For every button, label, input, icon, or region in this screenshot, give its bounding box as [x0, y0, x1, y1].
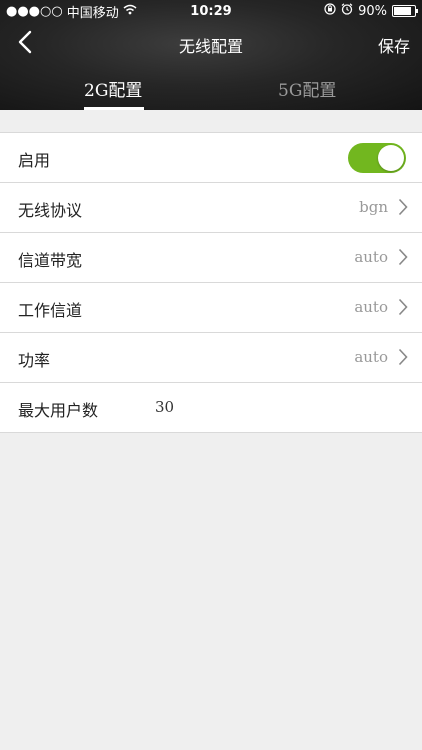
- chevron-right-icon: [398, 248, 408, 270]
- back-button[interactable]: [10, 28, 40, 60]
- signal-strength: ●●●○○: [6, 3, 63, 19]
- setting-value: bgn: [359, 198, 388, 216]
- page-title: 无线配置: [178, 37, 243, 56]
- setting-row-max-users[interactable]: 最大用户数 30: [0, 383, 422, 433]
- save-button[interactable]: 保存: [378, 33, 410, 57]
- tab-2g-config[interactable]: 2G配置: [84, 76, 142, 101]
- setting-label: 工作信道: [18, 301, 83, 320]
- chevron-left-icon: [18, 30, 32, 58]
- header: ●●●○○ 中国移动 10:29 90% 无线配置 保存 2G配置 5G配置: [0, 0, 422, 110]
- setting-label: 启用: [18, 151, 51, 170]
- setting-row-enable: 启用: [0, 133, 422, 183]
- wifi-icon: [123, 4, 137, 19]
- setting-label: 信道带宽: [18, 251, 83, 270]
- setting-value: auto: [354, 348, 388, 366]
- status-bar: ●●●○○ 中国移动 10:29 90%: [0, 0, 422, 22]
- setting-row-channel[interactable]: 工作信道 auto: [0, 283, 422, 333]
- setting-label: 功率: [18, 351, 51, 370]
- setting-value: auto: [354, 248, 388, 266]
- tab-5g-config[interactable]: 5G配置: [278, 76, 336, 101]
- active-tab-indicator: [84, 107, 144, 110]
- enable-toggle[interactable]: [348, 143, 406, 173]
- setting-row-bandwidth[interactable]: 信道带宽 auto: [0, 233, 422, 283]
- setting-value: auto: [354, 298, 388, 316]
- battery-percent: 90%: [358, 3, 387, 19]
- setting-row-protocol[interactable]: 无线协议 bgn: [0, 183, 422, 233]
- battery-icon: [392, 5, 418, 17]
- settings-list: 启用 无线协议 bgn 信道带宽 auto 工作信道 auto 功率 auto …: [0, 132, 422, 433]
- navigation-bar: 无线配置 保存: [0, 22, 422, 66]
- setting-label: 无线协议: [18, 201, 83, 220]
- setting-label: 最大用户数: [18, 401, 99, 420]
- band-tabs: 2G配置 5G配置: [0, 70, 422, 110]
- chevron-right-icon: [398, 298, 408, 320]
- alarm-icon: [341, 3, 353, 19]
- max-users-input[interactable]: 30: [155, 398, 174, 416]
- toggle-knob: [378, 145, 404, 171]
- orientation-lock-icon: [324, 3, 336, 19]
- chevron-right-icon: [398, 198, 408, 220]
- chevron-right-icon: [398, 348, 408, 370]
- setting-row-power[interactable]: 功率 auto: [0, 333, 422, 383]
- carrier-name: 中国移动: [66, 5, 119, 21]
